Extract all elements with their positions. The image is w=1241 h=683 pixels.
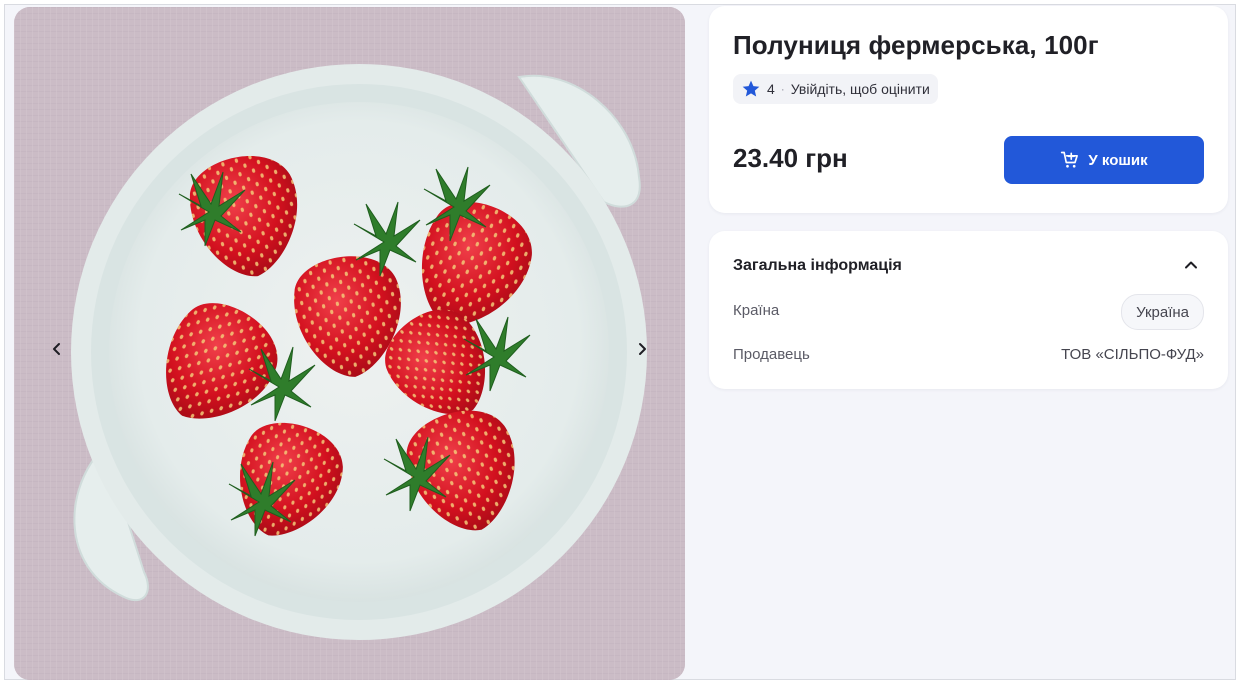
- product-image-gallery[interactable]: [14, 7, 685, 680]
- rating-value: 4: [767, 81, 775, 97]
- general-info-card: Загальна інформація Країна Україна Прода…: [709, 231, 1228, 389]
- gallery-prev-button[interactable]: [42, 334, 72, 364]
- product-image: [14, 7, 685, 680]
- gallery-next-button[interactable]: [627, 334, 657, 364]
- rating-separator: ·: [780, 82, 785, 96]
- product-price: 23.40 грн: [733, 143, 848, 173]
- rating-chip[interactable]: 4 · Увійдіть, щоб оцінити: [733, 74, 938, 104]
- add-to-cart-button[interactable]: У кошик: [1004, 136, 1204, 184]
- info-label-seller: Продавець: [733, 346, 810, 363]
- info-value-seller: ТОВ «СІЛЬПО-ФУД»: [1061, 346, 1204, 363]
- chevron-left-icon: [53, 343, 60, 355]
- chevron-up-icon[interactable]: [1183, 257, 1199, 273]
- cart-add-icon: [1061, 151, 1079, 168]
- chevron-right-icon: [639, 343, 646, 355]
- info-value-country-badge[interactable]: Україна: [1121, 294, 1204, 330]
- add-to-cart-label: У кошик: [1088, 151, 1148, 169]
- product-title: Полуниця фермерська, 100г: [733, 30, 1099, 60]
- star-icon: [742, 80, 760, 97]
- general-info-heading[interactable]: Загальна інформація: [733, 257, 902, 275]
- info-label-country: Країна: [733, 302, 780, 319]
- rating-login-link[interactable]: Увійдіть, щоб оцінити: [791, 81, 930, 97]
- product-summary-card: Полуниця фермерська, 100г 4 · Увійдіть, …: [709, 6, 1228, 213]
